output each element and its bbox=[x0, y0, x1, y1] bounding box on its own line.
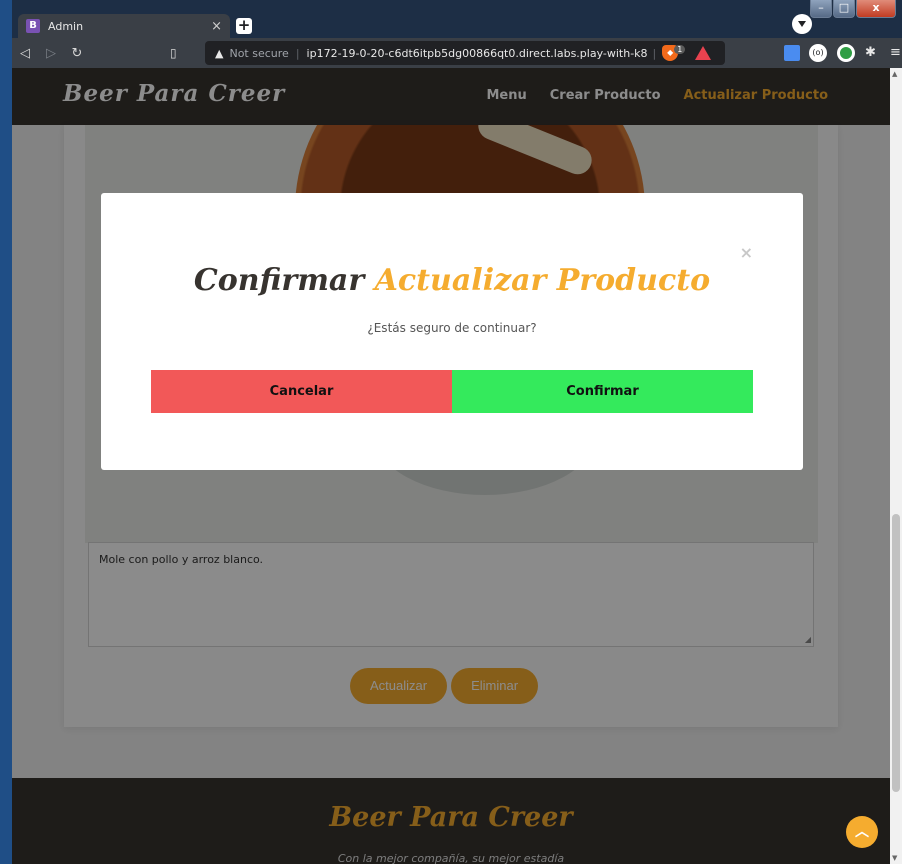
security-label: Not secure bbox=[229, 46, 289, 60]
scroll-up-icon[interactable]: ▲ bbox=[892, 70, 897, 78]
close-icon[interactable]: × bbox=[740, 243, 753, 262]
modal-actions: Cancelar Confirmar bbox=[151, 370, 753, 413]
forward-icon[interactable]: ▷ bbox=[38, 46, 64, 61]
scrollbar-thumb[interactable] bbox=[892, 514, 900, 792]
back-icon[interactable]: ◁ bbox=[12, 46, 38, 61]
bootstrap-favicon-icon: B bbox=[26, 19, 40, 33]
translate-extension-icon[interactable] bbox=[784, 45, 800, 61]
address-separator-2: | bbox=[652, 46, 657, 60]
bookmark-icon[interactable]: ▯ bbox=[170, 46, 190, 60]
window-controls: – □ x bbox=[810, 0, 896, 18]
tab-admin[interactable]: B Admin × bbox=[18, 14, 230, 38]
address-bar[interactable]: ▲ Not secure | ip172-19-0-20-c6dt6itpb5d… bbox=[205, 41, 725, 65]
reload-icon[interactable]: ↻ bbox=[64, 46, 90, 61]
tab-strip: B Admin × + bbox=[12, 10, 792, 38]
confirm-modal: × Confirmar Actualizar Producto ¿Estás s… bbox=[101, 193, 803, 470]
tab-title: Admin bbox=[48, 19, 84, 33]
minimize-button[interactable]: – bbox=[810, 0, 832, 18]
sound-extension-icon[interactable]: (o) bbox=[809, 44, 827, 62]
modal-title: Confirmar Actualizar Producto bbox=[101, 263, 803, 298]
maximize-button[interactable]: □ bbox=[833, 0, 855, 18]
cancel-button[interactable]: Cancelar bbox=[151, 370, 452, 413]
close-window-button[interactable]: x bbox=[856, 0, 896, 18]
extensions-puzzle-icon[interactable]: ✱ bbox=[865, 45, 876, 61]
chevron-up-icon[interactable]: ︿ bbox=[846, 816, 878, 848]
modal-title-part1: Confirmar bbox=[193, 263, 365, 298]
globe-extension-icon[interactable] bbox=[837, 44, 855, 62]
page-viewport: Beer Para Creer Menu Crear Producto Actu… bbox=[12, 68, 890, 864]
tab-close-icon[interactable]: × bbox=[211, 19, 222, 34]
browser-toolbar: ◁ ▷ ↻ ▯ ▲ Not secure | ip172-19-0-20-c6d… bbox=[12, 38, 902, 68]
scroll-down-icon[interactable]: ▼ bbox=[892, 854, 897, 862]
warning-icon: ▲ bbox=[215, 46, 224, 60]
new-tab-button[interactable]: + bbox=[236, 18, 252, 34]
profile-menu-icon[interactable] bbox=[792, 14, 812, 34]
address-separator: | bbox=[295, 46, 300, 60]
browser-menu-icon[interactable]: ≡ bbox=[890, 45, 901, 61]
page-scrollbar[interactable]: ▲ ▼ bbox=[890, 68, 902, 864]
modal-subtitle: ¿Estás seguro de continuar? bbox=[367, 321, 537, 335]
url-text[interactable]: ip172-19-0-20-c6dt6itpb5dg00866qt0.direc… bbox=[307, 47, 647, 60]
brave-rewards-icon[interactable] bbox=[695, 46, 712, 60]
modal-title-part2: Actualizar Producto bbox=[374, 263, 711, 298]
shield-count-badge: 1 bbox=[674, 44, 686, 54]
confirm-button[interactable]: Confirmar bbox=[452, 370, 753, 413]
